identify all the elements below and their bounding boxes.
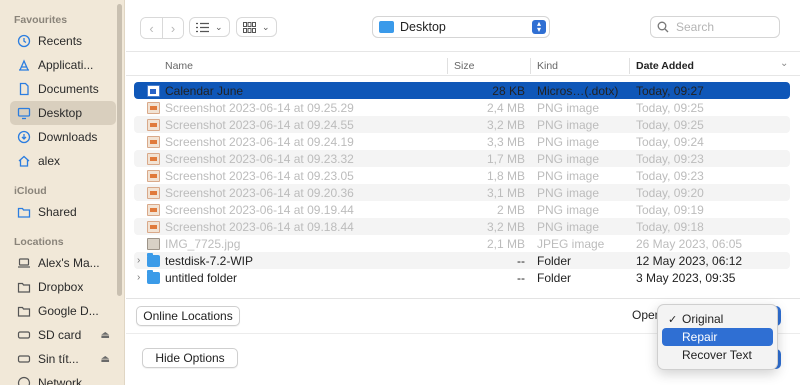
image-file-icon [147, 169, 160, 182]
file-row: Screenshot 2023-06-14 at 09.25.29 2,4 MB… [134, 99, 790, 116]
image-file-icon [147, 118, 160, 131]
disclosure-triangle-icon[interactable]: › [137, 272, 140, 283]
list-icon [196, 22, 209, 32]
sidebar-item-sd-card[interactable]: SD card ⏏ [10, 323, 116, 347]
open-as-menu: ✓ Original Repair Recover Text [657, 304, 778, 370]
word-document-icon [147, 84, 160, 97]
location-label: Desktop [400, 20, 446, 34]
sidebar-item-downloads[interactable]: Downloads [10, 125, 116, 149]
sidebar-item-shared[interactable]: Shared [10, 200, 116, 224]
applications-icon [16, 57, 32, 73]
checkmark-icon: ✓ [668, 313, 678, 326]
column-divider[interactable] [447, 58, 448, 74]
file-row: Screenshot 2023-06-14 at 09.19.44 2 MB P… [134, 201, 790, 218]
navigation-buttons: ‹ › [140, 17, 184, 39]
sidebar-section-locations: Locations [14, 236, 64, 248]
image-file-icon [147, 152, 160, 165]
folder-icon [147, 252, 160, 267]
desktop-icon [16, 105, 32, 121]
laptop-icon [16, 255, 32, 271]
sidebar-item-desktop[interactable]: Desktop [10, 101, 116, 125]
list-view-button[interactable]: ⌄ [189, 17, 230, 37]
column-header: Name Size Kind Date Added ⌄ [126, 56, 800, 76]
file-row: Screenshot 2023-06-14 at 09.24.19 3,3 MB… [134, 133, 790, 150]
column-kind[interactable]: Kind [537, 60, 558, 72]
search-icon [657, 21, 669, 33]
home-icon [16, 153, 32, 169]
sidebar-item-google-drive[interactable]: Google D... [10, 299, 116, 323]
image-file-icon [147, 186, 160, 199]
file-row: Screenshot 2023-06-14 at 09.24.55 3,2 MB… [134, 116, 790, 133]
file-list: Calendar June 28 KB Micros…(.dotx) Today… [134, 82, 790, 286]
chevron-left-icon: ‹ [149, 20, 154, 36]
location-select[interactable]: Desktop ▴ ▾ [372, 16, 550, 38]
sidebar-item-recents[interactable]: Recents [10, 29, 116, 53]
file-row: IMG_7725.jpg 2,1 MB JPEG image 26 May 20… [134, 235, 790, 252]
column-divider[interactable] [530, 58, 531, 74]
sidebar-section-icloud: iCloud [14, 185, 47, 197]
image-file-icon [147, 237, 160, 250]
folder-icon [379, 21, 394, 33]
grid-icon [243, 21, 256, 33]
menu-item-repair[interactable]: Repair [662, 328, 773, 346]
grid-view-button[interactable]: ⌄ [236, 17, 277, 37]
download-icon [16, 129, 32, 145]
sidebar: Favourites Recents Applicati... Document… [0, 0, 125, 385]
drive-icon [16, 327, 32, 343]
column-date-added[interactable]: Date Added [636, 60, 694, 72]
forward-button[interactable]: › [162, 18, 183, 38]
sidebar-section-favourites: Favourites [14, 14, 68, 26]
clock-icon [16, 33, 32, 49]
image-file-icon [147, 101, 160, 114]
file-row: Screenshot 2023-06-14 at 09.23.05 1,8 MB… [134, 167, 790, 184]
image-file-icon [147, 135, 160, 148]
folder-icon [147, 269, 160, 284]
column-size[interactable]: Size [454, 60, 474, 72]
back-button[interactable]: ‹ [141, 18, 162, 38]
chevron-right-icon: › [170, 20, 176, 36]
shared-folder-icon [16, 204, 32, 220]
sidebar-scrollbar[interactable] [117, 4, 122, 296]
column-name[interactable]: Name [165, 60, 193, 72]
toolbar: ‹ › ⌄ ⌄ Desktop ▴ ▾ [126, 0, 800, 52]
folder-icon [16, 303, 32, 319]
eject-icon[interactable]: ⏏ [101, 330, 110, 341]
online-locations-button[interactable]: Online Locations [136, 306, 240, 326]
sidebar-item-applications[interactable]: Applicati... [10, 53, 116, 77]
drive-icon [16, 351, 32, 367]
sidebar-item-alex[interactable]: alex [10, 149, 116, 173]
sidebar-item-dropbox[interactable]: Dropbox [10, 275, 116, 299]
file-row: Screenshot 2023-06-14 at 09.18.44 3,2 MB… [134, 218, 790, 235]
menu-item-recover-text[interactable]: Recover Text [662, 346, 773, 364]
eject-icon[interactable]: ⏏ [101, 354, 110, 365]
search-field[interactable] [650, 16, 780, 38]
search-input[interactable] [676, 20, 772, 34]
menu-item-original[interactable]: ✓ Original [662, 310, 773, 328]
folder-icon [16, 279, 32, 295]
sidebar-item-sin-titulo[interactable]: Sin tít... ⏏ [10, 347, 116, 371]
image-file-icon [147, 220, 160, 233]
column-divider[interactable] [629, 58, 630, 74]
file-row: Screenshot 2023-06-14 at 09.23.32 1,7 MB… [134, 150, 790, 167]
divider [126, 298, 800, 299]
file-row: Screenshot 2023-06-14 at 09.20.36 3,1 MB… [134, 184, 790, 201]
sidebar-item-alexs-mac[interactable]: Alex's Ma... [10, 251, 116, 275]
folder-row[interactable]: › untitled folder -- Folder 3 May 2023, … [134, 269, 790, 286]
file-row[interactable]: Calendar June 28 KB Micros…(.dotx) Today… [134, 82, 790, 99]
document-icon [16, 81, 32, 97]
up-down-chevron-icon: ▴ ▾ [532, 20, 546, 34]
folder-row[interactable]: › testdisk-7.2-WIP -- Folder 12 May 2023… [134, 252, 790, 269]
chevron-down-icon: ⌄ [215, 21, 223, 32]
hide-options-button[interactable]: Hide Options [142, 348, 238, 368]
disclosure-triangle-icon[interactable]: › [137, 255, 140, 266]
image-file-icon [147, 203, 160, 216]
sidebar-item-network[interactable]: Network [10, 371, 116, 385]
chevron-down-icon: ⌄ [262, 21, 270, 32]
network-icon [16, 375, 32, 385]
sort-chevron-icon[interactable]: ⌄ [780, 58, 788, 69]
sidebar-item-documents[interactable]: Documents [10, 77, 116, 101]
